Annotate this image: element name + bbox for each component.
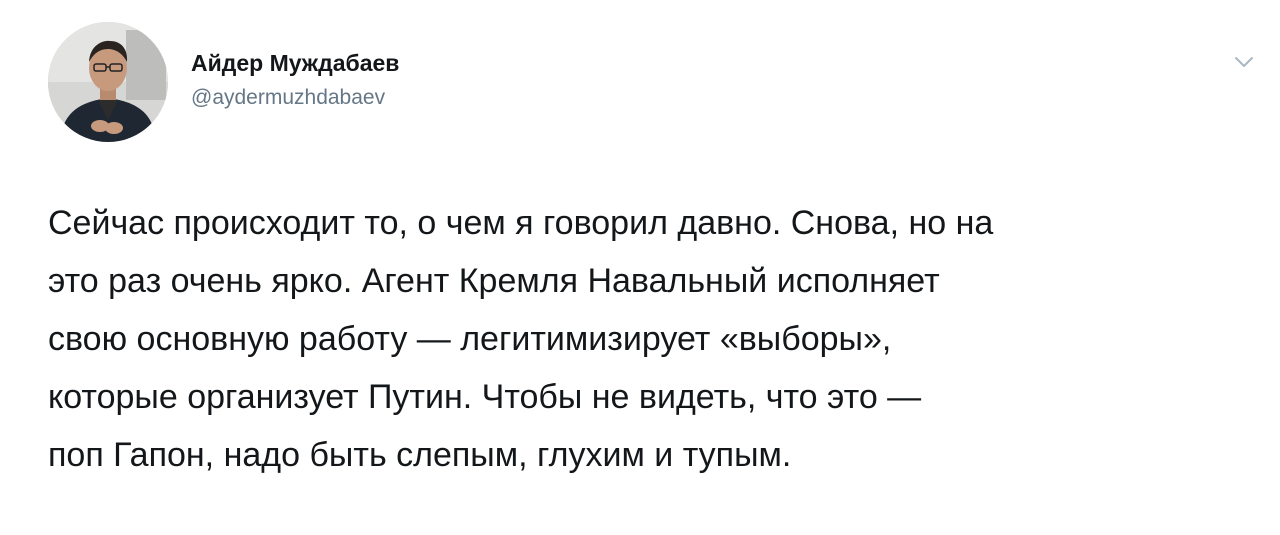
avatar[interactable] [48,22,168,142]
tweet-text-line: это раз очень ярко. Агент Кремля Навальн… [48,262,940,300]
tweet-card: Айдер Муждабаев @aydermuzhdabaev Сейчас … [0,0,1280,535]
tweet-text-line: Сейчас происходит то, о чем я говорил да… [48,204,994,242]
tweet-text-line: поп Гапон, надо быть слепым, глухим и ту… [48,436,792,474]
author-name[interactable]: Айдер Муждабаев [191,50,399,77]
tweet-text-line: которые организует Путин. Чтобы не видет… [48,378,922,416]
chevron-down-icon[interactable] [1232,52,1256,72]
author-handle[interactable]: @aydermuzhdabaev [191,86,385,110]
tweet-text: Сейчас происходит то, о чем я говорил да… [48,194,1258,484]
avatar-photo [48,22,168,142]
tweet-text-line: свою основную работу — легитимизирует «в… [48,320,892,358]
